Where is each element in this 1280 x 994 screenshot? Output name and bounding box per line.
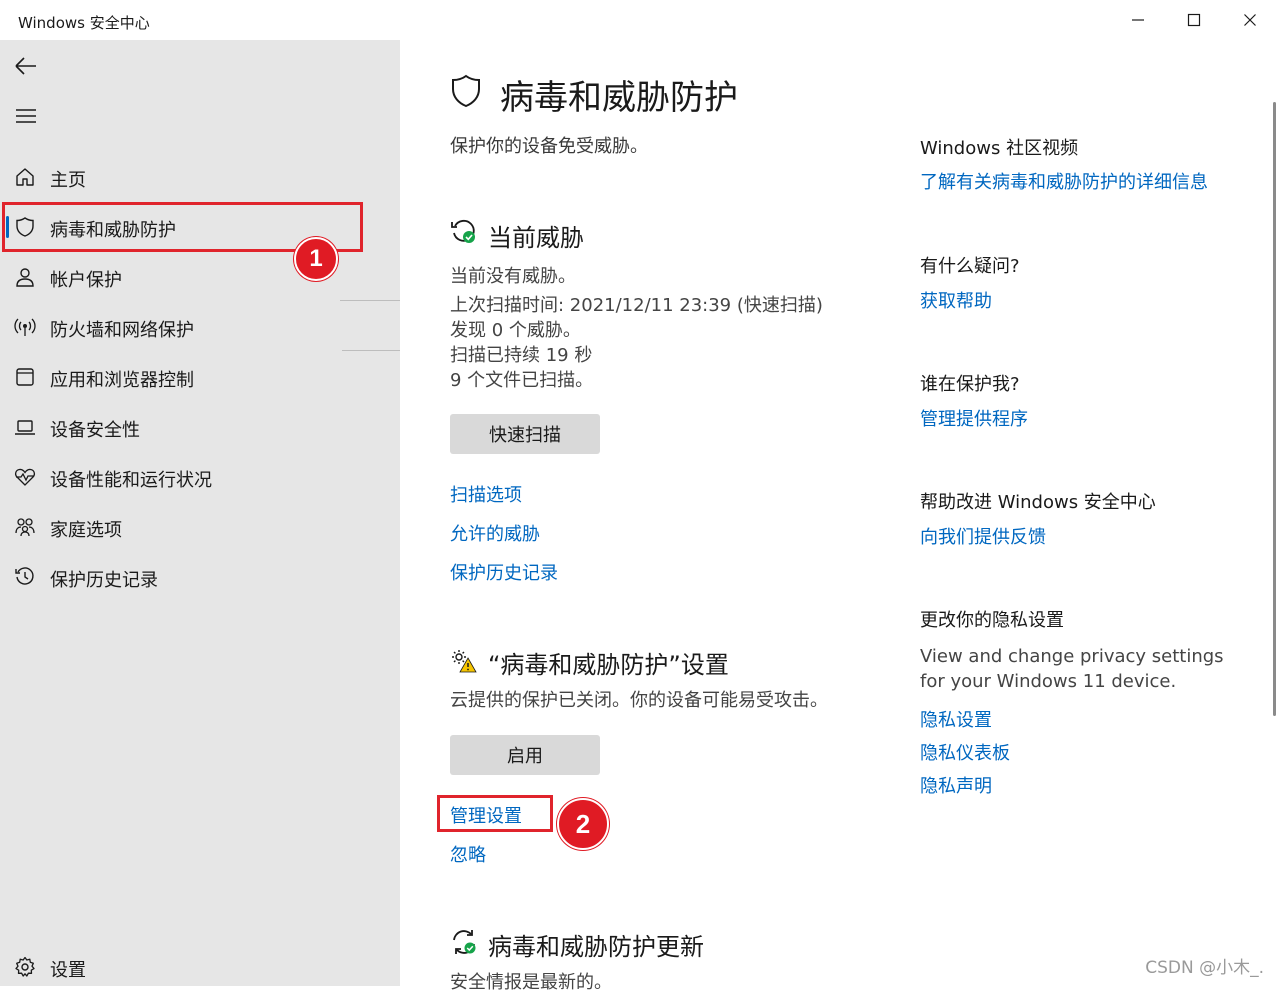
- sidebar-item-label: 保护历史记录: [50, 570, 158, 591]
- enable-button[interactable]: 启用: [450, 735, 600, 775]
- sidebar: 主页 病毒和威胁防护 帐户保护 防火墙和网络保护 应用和浏览器控制 设备安全性: [0, 40, 400, 986]
- back-arrow-icon: [15, 57, 36, 75]
- who-protects-heading: 谁在保护我?: [920, 374, 1020, 395]
- sidebar-item-family-options[interactable]: 家庭选项: [0, 504, 400, 550]
- close-icon: [1244, 14, 1256, 26]
- allowed-threats-link[interactable]: 允许的威胁: [450, 520, 540, 546]
- improve-heading: 帮助改进 Windows 安全中心: [920, 492, 1156, 513]
- privacy-text-line2: for your Windows 11 device.: [920, 671, 1177, 692]
- person-icon: [14, 266, 36, 288]
- cloud-protection-warning-text: 云提供的保护已关闭。你的设备可能易受攻击。: [450, 690, 828, 711]
- sidebar-item-settings[interactable]: 设置: [0, 944, 400, 990]
- main-content: 病毒和威胁防护 保护你的设备免受威胁。 当前威胁 当前没有威胁。 上次扫描时间:…: [400, 40, 1280, 993]
- window-title: Windows 安全中心: [18, 14, 150, 32]
- sidebar-item-home[interactable]: 主页: [0, 154, 400, 200]
- settings-warning-icon: [450, 648, 478, 678]
- learn-more-link[interactable]: 了解有关病毒和威胁防护的详细信息: [920, 168, 1208, 194]
- update-status-icon: [450, 928, 478, 960]
- hamburger-menu-icon: [16, 109, 36, 123]
- close-button[interactable]: [1222, 0, 1278, 40]
- minimize-button[interactable]: [1110, 0, 1166, 40]
- threat-status-text: 当前没有威胁。: [450, 266, 576, 287]
- maximize-icon: [1187, 13, 1201, 27]
- minimize-icon: [1132, 19, 1144, 21]
- updates-status-text: 安全情报是最新的。: [450, 972, 612, 993]
- section-title-current-threats: 当前威胁: [488, 224, 584, 252]
- family-icon: [14, 516, 36, 538]
- scrollbar[interactable]: [1273, 102, 1276, 716]
- sidebar-item-label: 设备性能和运行状况: [50, 470, 212, 491]
- annotation-badge: 1: [294, 237, 338, 281]
- home-icon: [14, 166, 36, 188]
- privacy-settings-link[interactable]: 隐私设置: [920, 706, 992, 732]
- sidebar-item-protection-history[interactable]: 保护历史记录: [0, 554, 400, 600]
- gear-icon: [14, 956, 36, 978]
- back-button[interactable]: [8, 48, 44, 84]
- sidebar-item-account-protection[interactable]: 帐户保护: [0, 254, 400, 300]
- app-window-icon: [14, 366, 36, 388]
- page-title: 病毒和威胁防护: [500, 78, 738, 118]
- sidebar-item-firewall[interactable]: 防火墙和网络保护: [0, 304, 400, 350]
- highlight-box: [437, 795, 553, 832]
- sidebar-item-label: 防火墙和网络保护: [50, 320, 194, 341]
- sidebar-item-label: 帐户保护: [50, 270, 122, 291]
- sidebar-item-app-browser-control[interactable]: 应用和浏览器控制: [0, 354, 400, 400]
- threats-found-text: 发现 0 个威胁。: [450, 320, 581, 341]
- privacy-dashboard-link[interactable]: 隐私仪表板: [920, 739, 1010, 765]
- feedback-link[interactable]: 向我们提供反馈: [920, 523, 1046, 549]
- section-title-updates: 病毒和威胁防护更新: [488, 933, 704, 961]
- scan-options-link[interactable]: 扫描选项: [450, 481, 522, 507]
- maximize-button[interactable]: [1166, 0, 1222, 40]
- sidebar-item-label: 设备安全性: [50, 420, 140, 441]
- divider: [340, 300, 400, 301]
- sidebar-item-label: 应用和浏览器控制: [50, 370, 194, 391]
- get-help-link[interactable]: 获取帮助: [920, 287, 992, 313]
- dismiss-link[interactable]: 忽略: [450, 841, 486, 867]
- shield-icon: [450, 74, 482, 112]
- sidebar-item-label: 主页: [50, 170, 86, 191]
- laptop-icon: [14, 416, 36, 438]
- privacy-statement-link[interactable]: 隐私声明: [920, 772, 992, 798]
- section-title-protection-settings: “病毒和威胁防护”设置: [488, 651, 729, 679]
- menu-button[interactable]: [8, 98, 44, 134]
- scan-duration-text: 扫描已持续 19 秒: [450, 345, 593, 366]
- heart-pulse-icon: [14, 466, 36, 488]
- sidebar-item-label: 家庭选项: [50, 520, 122, 541]
- privacy-heading: 更改你的隐私设置: [920, 610, 1064, 631]
- sidebar-item-device-security[interactable]: 设备安全性: [0, 404, 400, 450]
- divider: [342, 350, 400, 351]
- watermark: CSDN @小木_.: [1145, 958, 1264, 978]
- privacy-text-line1: View and change privacy settings: [920, 646, 1224, 667]
- community-videos-heading: Windows 社区视频: [920, 138, 1079, 159]
- annotation-badge: 2: [557, 798, 609, 850]
- manage-providers-link[interactable]: 管理提供程序: [920, 405, 1028, 431]
- sidebar-item-label: 设置: [50, 960, 86, 981]
- protection-history-link[interactable]: 保护历史记录: [450, 559, 558, 585]
- wireless-icon: [14, 316, 36, 338]
- last-scan-text: 上次扫描时间: 2021/12/11 23:39 (快速扫描): [450, 295, 823, 316]
- title-bar: Windows 安全中心: [0, 0, 1280, 40]
- history-icon: [14, 566, 36, 588]
- sidebar-item-device-performance[interactable]: 设备性能和运行状况: [0, 454, 400, 500]
- questions-heading: 有什么疑问?: [920, 256, 1020, 277]
- page-subtitle: 保护你的设备免受威胁。: [450, 136, 648, 157]
- quick-scan-button[interactable]: 快速扫描: [450, 414, 600, 454]
- files-scanned-text: 9 个文件已扫描。: [450, 370, 594, 391]
- scan-status-icon: [450, 218, 478, 250]
